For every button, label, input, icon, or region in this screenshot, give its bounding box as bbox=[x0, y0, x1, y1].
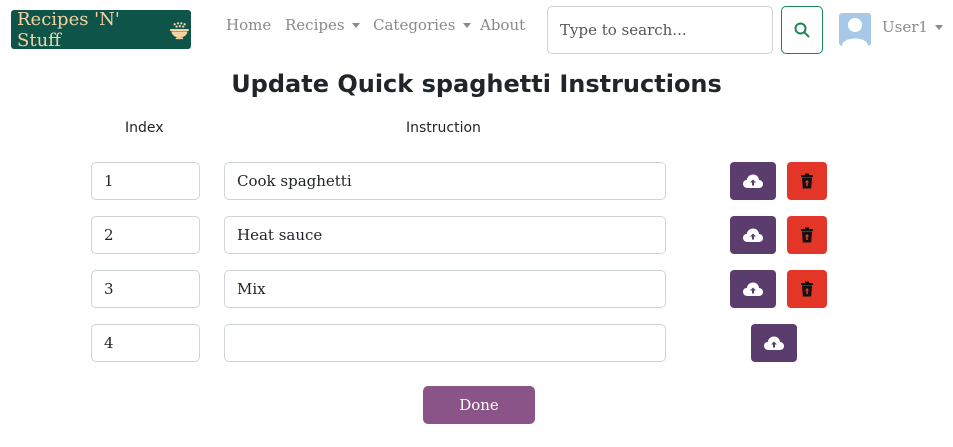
search-icon bbox=[794, 22, 810, 38]
index-input[interactable] bbox=[91, 270, 200, 308]
index-column-header: Index bbox=[125, 120, 164, 136]
delete-button[interactable] bbox=[787, 270, 827, 308]
search-input[interactable] bbox=[547, 6, 773, 54]
nav-recipes-dropdown[interactable]: Recipes bbox=[285, 16, 360, 34]
trash-icon bbox=[801, 173, 813, 189]
trash-icon bbox=[801, 227, 813, 243]
cloud-upload-icon bbox=[743, 174, 763, 188]
search-button[interactable] bbox=[781, 6, 823, 54]
brand-logo[interactable]: Recipes 'N' Stuff bbox=[11, 8, 191, 51]
update-button[interactable] bbox=[730, 162, 776, 200]
delete-button[interactable] bbox=[787, 162, 827, 200]
nav-about-link[interactable]: About bbox=[480, 16, 525, 34]
page-title: Update Quick spaghetti Instructions bbox=[231, 70, 722, 98]
caret-down-icon bbox=[462, 22, 471, 28]
nav-categories-dropdown[interactable]: Categories bbox=[373, 16, 471, 34]
cloud-upload-icon bbox=[743, 228, 763, 242]
update-button[interactable] bbox=[730, 270, 776, 308]
index-input[interactable] bbox=[91, 216, 200, 254]
update-button[interactable] bbox=[730, 216, 776, 254]
cloud-upload-icon bbox=[743, 282, 763, 296]
index-input[interactable] bbox=[91, 162, 200, 200]
trash-icon bbox=[801, 281, 813, 297]
bowl-icon bbox=[170, 21, 190, 39]
delete-button[interactable] bbox=[787, 216, 827, 254]
instruction-row bbox=[0, 162, 953, 200]
caret-down-icon bbox=[351, 22, 360, 28]
new-index-input[interactable] bbox=[91, 324, 200, 362]
done-button[interactable]: Done bbox=[423, 386, 535, 424]
instruction-input[interactable] bbox=[224, 270, 666, 308]
new-instruction-row bbox=[0, 324, 953, 362]
add-instruction-button[interactable] bbox=[751, 324, 797, 362]
caret-down-icon bbox=[934, 24, 943, 30]
new-instruction-input[interactable] bbox=[224, 324, 666, 362]
instruction-column-header: Instruction bbox=[406, 120, 481, 136]
instruction-row bbox=[0, 216, 953, 254]
instruction-row bbox=[0, 270, 953, 308]
user-menu-dropdown[interactable]: User1 bbox=[882, 18, 943, 36]
brand-name: Recipes 'N' Stuff bbox=[17, 8, 120, 51]
cloud-upload-icon bbox=[764, 336, 784, 350]
user-avatar-icon[interactable] bbox=[839, 13, 871, 46]
instruction-input[interactable] bbox=[224, 216, 666, 254]
instruction-input[interactable] bbox=[224, 162, 666, 200]
nav-home-link[interactable]: Home bbox=[226, 16, 271, 34]
